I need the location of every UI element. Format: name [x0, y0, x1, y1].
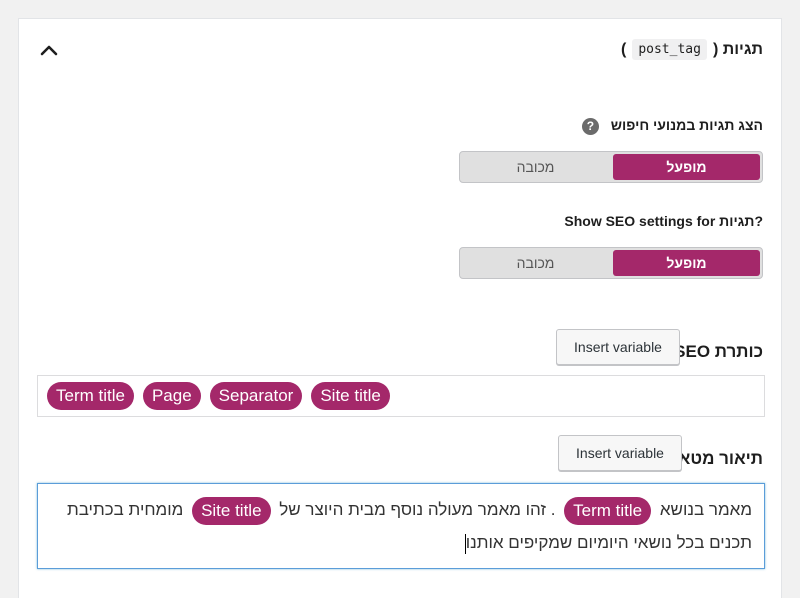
variable-pill[interactable]: Separator [209, 382, 303, 410]
section-title-text: תגיות ( [712, 40, 763, 58]
insert-variable-button[interactable]: Insert variable [558, 435, 682, 471]
show-in-search-label: הצג תגיות במנועי חיפוש ? [581, 117, 763, 135]
section-title-close: ) [620, 40, 627, 58]
section-title: תגיות ( post_tag ) [621, 39, 763, 60]
toggle-option-on[interactable]: מופעל [613, 250, 760, 276]
insert-variable-button[interactable]: Insert variable [556, 329, 680, 365]
show-seo-settings-toggle[interactable]: מופעל מכובה [459, 247, 763, 279]
toggle-option-on[interactable]: מופעל [613, 154, 760, 180]
variable-pill[interactable]: Site title [192, 496, 271, 525]
variable-pill[interactable]: Page [142, 382, 201, 410]
variable-pill[interactable]: Site title [311, 382, 390, 410]
meta-description-editor[interactable]: מאמר בנושא Term title . זהו מאמר מעולה נ… [37, 483, 765, 569]
question-mark-icon[interactable]: ? [581, 117, 599, 135]
desc-text: . זהו מאמר מעולה נוסף מבית היוצר של [279, 500, 556, 519]
show-seo-settings-label: Show SEO settings for תגיות? [564, 213, 763, 229]
post-type-code: post_tag [632, 39, 707, 60]
meta-description-label: תיאור מטא [678, 449, 763, 468]
show-in-search-label-text: הצג תגיות במנועי חיפוש [610, 117, 763, 133]
seo-title-label: כותרת SEO [674, 342, 763, 361]
desc-text: מאמר בנושא [659, 500, 752, 519]
seo-title-editor[interactable]: Term title Page Separator Site title [37, 375, 765, 417]
variable-pill[interactable]: Term title [564, 496, 652, 525]
toggle-option-off[interactable]: מכובה [460, 248, 611, 278]
show-in-search-toggle[interactable]: מופעל מכובה [459, 151, 763, 183]
taxonomy-settings-panel: תגיות ( post_tag ) הצג תגיות במנועי חיפו… [18, 18, 782, 598]
variable-pill[interactable]: Term title [47, 382, 134, 410]
chevron-up-icon[interactable] [39, 43, 59, 57]
toggle-option-off[interactable]: מכובה [460, 152, 611, 182]
